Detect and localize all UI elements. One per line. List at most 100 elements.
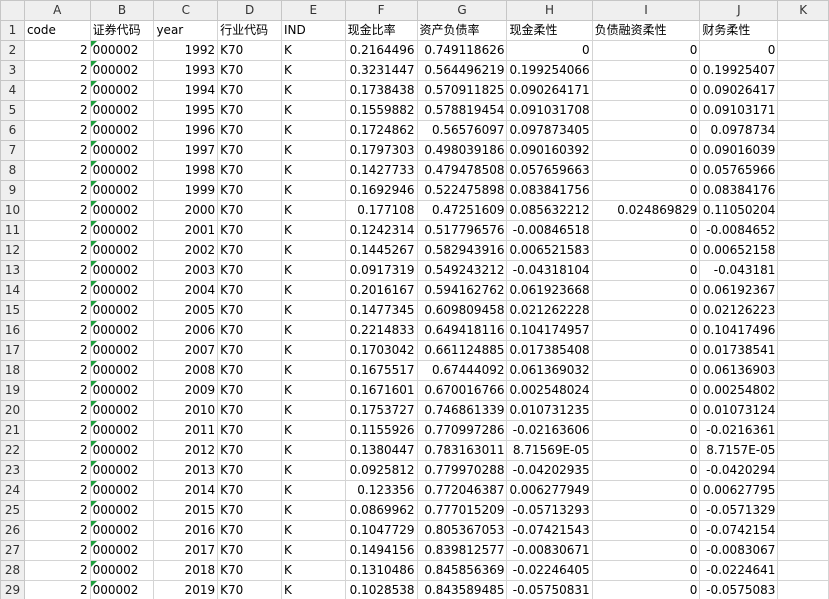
cell[interactable]: K xyxy=(281,180,346,201)
cell[interactable]: 0.10417496 xyxy=(699,320,779,341)
row-header[interactable]: 13 xyxy=(0,260,25,281)
cell[interactable]: 000002 xyxy=(89,380,155,401)
cell[interactable]: 1997 xyxy=(153,140,219,161)
column-header-a[interactable]: A xyxy=(23,0,91,21)
cell[interactable]: 0.839812577 xyxy=(416,540,508,561)
cell[interactable]: 000002 xyxy=(89,320,155,341)
row-header[interactable]: 5 xyxy=(0,100,25,121)
cell[interactable] xyxy=(777,60,829,81)
cell[interactable]: -0.0224641 xyxy=(699,560,779,581)
cell[interactable]: 2 xyxy=(23,200,91,221)
cell[interactable]: 0.56576097 xyxy=(416,120,508,141)
cell[interactable]: 2006 xyxy=(153,320,219,341)
cell[interactable]: K70 xyxy=(217,340,282,361)
cell[interactable]: 0.770997286 xyxy=(416,420,508,441)
cell[interactable]: K xyxy=(281,60,346,81)
cell[interactable] xyxy=(777,160,829,181)
cell[interactable]: 8.71569E-05 xyxy=(506,440,593,461)
cell[interactable] xyxy=(777,120,829,141)
cell[interactable] xyxy=(777,140,829,161)
cell[interactable]: 1993 xyxy=(153,60,219,81)
cell[interactable]: K xyxy=(281,320,346,341)
row-header[interactable]: 16 xyxy=(0,320,25,341)
row-header[interactable]: 4 xyxy=(0,80,25,101)
cell[interactable]: K70 xyxy=(217,200,282,221)
cell[interactable] xyxy=(777,180,829,201)
cell[interactable]: 000002 xyxy=(89,560,155,581)
cell[interactable]: 0 xyxy=(591,340,701,361)
cell[interactable]: 0.498039186 xyxy=(416,140,508,161)
cell[interactable]: 0.0925812 xyxy=(344,460,418,481)
row-header[interactable]: 28 xyxy=(0,560,25,581)
cell[interactable]: 0 xyxy=(591,80,701,101)
cell[interactable]: K xyxy=(281,440,346,461)
cell[interactable]: K xyxy=(281,140,346,161)
cell[interactable]: -0.04318104 xyxy=(506,260,593,281)
cell[interactable]: K xyxy=(281,340,346,361)
cell[interactable]: 0.1445267 xyxy=(344,240,418,261)
cell[interactable]: 0.0869962 xyxy=(344,500,418,521)
cell[interactable]: K xyxy=(281,280,346,301)
cell[interactable]: 0.09026417 xyxy=(699,80,779,101)
cell[interactable]: 0.01073124 xyxy=(699,400,779,421)
cell[interactable]: 0.661124885 xyxy=(416,340,508,361)
cell[interactable]: 0.006521583 xyxy=(506,240,593,261)
cell[interactable]: 2 xyxy=(23,340,91,361)
cell[interactable]: 000002 xyxy=(89,580,155,599)
row-header[interactable]: 22 xyxy=(0,440,25,461)
cell[interactable]: 0.578819454 xyxy=(416,100,508,121)
row-header[interactable]: 15 xyxy=(0,300,25,321)
cell[interactable]: 2 xyxy=(23,580,91,599)
cell[interactable]: 0.06192367 xyxy=(699,280,779,301)
cell[interactable]: 000002 xyxy=(89,100,155,121)
cell[interactable]: 0.1797303 xyxy=(344,140,418,161)
cell[interactable]: 2 xyxy=(23,300,91,321)
cell[interactable]: 0.772046387 xyxy=(416,480,508,501)
cell[interactable]: 0 xyxy=(591,520,701,541)
cell[interactable]: 2 xyxy=(23,520,91,541)
cell[interactable]: 0.1494156 xyxy=(344,540,418,561)
cell[interactable]: 0.549243212 xyxy=(416,260,508,281)
cell[interactable]: 1999 xyxy=(153,180,219,201)
cell[interactable]: K xyxy=(281,100,346,121)
cell[interactable]: 0.47251609 xyxy=(416,200,508,221)
cell[interactable]: 2001 xyxy=(153,220,219,241)
row-header[interactable]: 26 xyxy=(0,520,25,541)
cell[interactable]: 000002 xyxy=(89,520,155,541)
cell[interactable] xyxy=(777,540,829,561)
cell[interactable]: K70 xyxy=(217,140,282,161)
cell[interactable]: 000002 xyxy=(89,120,155,141)
cell[interactable]: 000002 xyxy=(89,440,155,461)
cell[interactable]: 0.522475898 xyxy=(416,180,508,201)
cell[interactable]: 0.845856369 xyxy=(416,560,508,581)
header-cell[interactable]: 资产负债率 xyxy=(416,20,508,41)
row-header[interactable]: 10 xyxy=(0,200,25,221)
cell[interactable]: K xyxy=(281,580,346,599)
cell[interactable]: 2 xyxy=(23,220,91,241)
cell[interactable]: 000002 xyxy=(89,40,155,61)
cell[interactable] xyxy=(777,440,829,461)
cell[interactable] xyxy=(777,200,829,221)
cell[interactable]: 0.1738438 xyxy=(344,80,418,101)
cell[interactable]: 0.1047729 xyxy=(344,520,418,541)
cell[interactable]: K xyxy=(281,260,346,281)
cell[interactable]: 0.177108 xyxy=(344,200,418,221)
cell[interactable]: -0.02163606 xyxy=(506,420,593,441)
cell[interactable]: K xyxy=(281,520,346,541)
row-header[interactable]: 19 xyxy=(0,380,25,401)
row-header[interactable]: 11 xyxy=(0,220,25,241)
cell[interactable]: 2017 xyxy=(153,540,219,561)
cell[interactable]: 0.083841756 xyxy=(506,180,593,201)
cell[interactable]: 0.017385408 xyxy=(506,340,593,361)
cell[interactable]: 0.11050204 xyxy=(699,200,779,221)
cell[interactable]: 0.749118626 xyxy=(416,40,508,61)
row-header[interactable]: 7 xyxy=(0,140,25,161)
cell[interactable]: 0.0917319 xyxy=(344,260,418,281)
cell[interactable]: 0.002548024 xyxy=(506,380,593,401)
cell[interactable]: K xyxy=(281,300,346,321)
cell[interactable]: 2 xyxy=(23,140,91,161)
cell[interactable]: 0 xyxy=(591,240,701,261)
row-header[interactable]: 18 xyxy=(0,360,25,381)
cell[interactable]: 0.05765966 xyxy=(699,160,779,181)
cell[interactable]: 1994 xyxy=(153,80,219,101)
